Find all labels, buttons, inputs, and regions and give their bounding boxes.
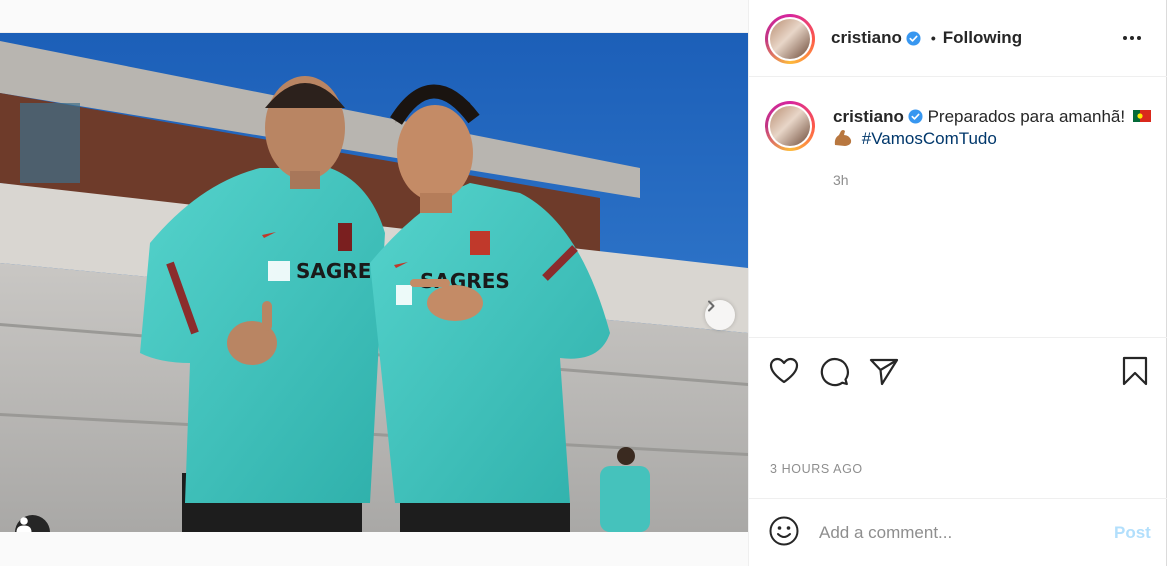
avatar-image bbox=[770, 106, 810, 146]
paper-plane-icon[interactable] bbox=[868, 355, 900, 387]
post-caption: cristiano Preparados para amanhã! #Vamos… bbox=[833, 106, 1163, 150]
caption-text: Preparados para amanhã! bbox=[927, 107, 1126, 126]
caption-author-avatar[interactable] bbox=[765, 101, 815, 151]
user-tag-icon bbox=[16, 517, 32, 532]
flexed-biceps-icon bbox=[834, 130, 852, 146]
hashtag-link[interactable]: #VamosComTudo bbox=[862, 129, 997, 148]
more-options-icon bbox=[1123, 36, 1127, 40]
comment-input[interactable] bbox=[819, 519, 1099, 547]
top-backdrop bbox=[0, 0, 748, 33]
instagram-post-view: SAGRES SAGRES cristiano • Following cris… bbox=[0, 0, 1167, 566]
post-side-panel: cristiano • Following cristiano Preparad… bbox=[748, 0, 1167, 566]
smiley-icon[interactable] bbox=[768, 515, 800, 547]
more-dot bbox=[1130, 36, 1134, 40]
comment-form: Post bbox=[749, 498, 1167, 566]
author-avatar[interactable] bbox=[765, 14, 815, 64]
avatar-image bbox=[770, 19, 810, 59]
header-user-row: cristiano • Following bbox=[831, 28, 1022, 48]
avatar-border bbox=[768, 104, 812, 148]
post-timestamp[interactable]: 3 HOURS AGO bbox=[770, 462, 863, 476]
comment-icon[interactable] bbox=[818, 355, 850, 387]
next-image-button[interactable] bbox=[705, 300, 735, 330]
more-dot bbox=[1137, 36, 1141, 40]
chevron-right-icon bbox=[708, 300, 715, 312]
following-button[interactable]: Following bbox=[943, 28, 1022, 48]
bookmark-icon[interactable] bbox=[1119, 355, 1151, 387]
portugal-flag-icon bbox=[1132, 110, 1151, 122]
post-image[interactable]: SAGRES SAGRES bbox=[0, 33, 748, 532]
caption-timestamp[interactable]: 3h bbox=[833, 172, 849, 188]
post-comment-button[interactable]: Post bbox=[1114, 523, 1151, 543]
post-actions-bar bbox=[749, 337, 1167, 402]
verified-badge-icon bbox=[908, 109, 923, 124]
author-username[interactable]: cristiano bbox=[831, 28, 902, 48]
heart-icon[interactable] bbox=[768, 355, 800, 387]
post-photo-illustration: SAGRES SAGRES bbox=[0, 33, 748, 532]
bottom-backdrop bbox=[0, 532, 748, 566]
post-header: cristiano • Following bbox=[749, 0, 1167, 77]
verified-badge-icon bbox=[906, 30, 921, 46]
more-options-button[interactable] bbox=[1120, 28, 1144, 48]
follow-separator: • bbox=[930, 30, 936, 46]
avatar-border bbox=[768, 17, 812, 61]
caption-username[interactable]: cristiano bbox=[833, 107, 904, 126]
